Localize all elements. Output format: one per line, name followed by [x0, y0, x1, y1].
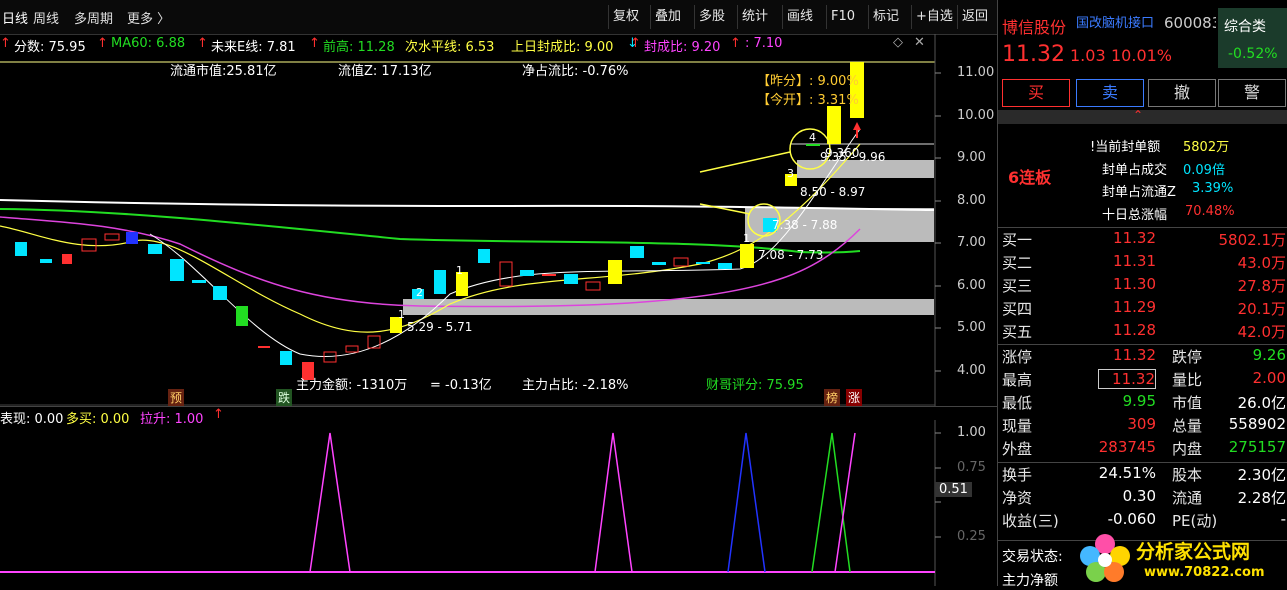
main-ratio: 主力占比: -2.18% — [522, 378, 629, 393]
board-value: 0.09倍 — [1183, 163, 1225, 178]
multi-stock-button[interactable]: 多股 — [694, 5, 729, 29]
wave-label: 3 — [787, 167, 794, 180]
wave-label: 4 — [809, 131, 816, 144]
statistics-button[interactable]: 统计 — [737, 5, 772, 29]
y-tick: 5.00 — [957, 320, 986, 335]
float-z: 流值Z: 17.13亿 — [338, 64, 432, 79]
band-label: 9.35 - 9.96 — [820, 150, 886, 164]
back-button[interactable]: 返回 — [957, 5, 992, 29]
y-tick: 1.00 — [957, 425, 986, 440]
interface-link[interactable]: 国改脑机接口 — [1076, 12, 1154, 31]
main-amount: 主力金额: -1310万 — [296, 378, 408, 393]
y-tick: 10.00 — [957, 108, 995, 123]
net-ratio: 净占流比: -0.76% — [522, 64, 629, 79]
y-tick: 6.00 — [957, 278, 986, 293]
today-open: 【今开】: 3.31% — [757, 93, 859, 108]
price-change-pct: 10.01% — [1111, 46, 1173, 65]
f10-button[interactable]: F10 — [826, 5, 859, 29]
watermark-logo: 分析家公式网 www.70822.com — [1078, 530, 1287, 586]
sector-name: 综合类 — [1224, 19, 1266, 35]
main-amount-yi: = -0.13亿 — [430, 378, 492, 393]
wave-label: 1 — [743, 232, 750, 245]
watermark-title: 分析家公式网 — [1136, 541, 1251, 563]
stock-code: 600083 — [1164, 14, 1216, 32]
board-value: 3.39% — [1192, 181, 1234, 196]
bid-row: 买一 11.32 5802.1万 — [1002, 229, 1286, 249]
bid-row: 买五 11.28 42.0万 — [1002, 321, 1286, 341]
y-tick: 4.00 — [957, 363, 986, 378]
add-watchlist-button[interactable]: +自选 — [911, 5, 957, 29]
tab-daily[interactable]: 日线 — [2, 8, 28, 27]
quote-panel: 博信股份 国改脑机接口 600083 综合类 -0.52% 11.32 1.03… — [997, 0, 1287, 589]
stat-row: 换手 24.51% 股本 2.30亿 — [1002, 464, 1286, 484]
mark-button[interactable]: 标记 — [868, 5, 903, 29]
tab-multi-period[interactable]: 多周期 — [74, 8, 113, 27]
ma-magenta-line — [0, 216, 861, 308]
stat-row: 净资 0.30 流通 2.28亿 — [1002, 487, 1286, 507]
restore-button[interactable]: 复权 — [608, 5, 643, 29]
buy-button[interactable]: 买 — [1002, 79, 1070, 107]
wave-label: 2 — [416, 286, 423, 299]
y-tick: 7.00 — [957, 235, 986, 250]
y-tick: 9.00 — [957, 150, 986, 165]
chevron-up-icon[interactable]: ⌃ — [1133, 108, 1143, 122]
flower-logo-icon — [1080, 534, 1130, 582]
watermark-url: www.70822.com — [1144, 565, 1265, 580]
band-label: 7.38 - 7.88 — [772, 218, 838, 232]
board-count: 6连板 — [1008, 168, 1052, 187]
bid-row: 买四 11.29 20.1万 — [1002, 298, 1286, 318]
stat-row: 涨停 11.32 跌停 9.26 — [1002, 346, 1286, 366]
wave-label: 1 — [398, 308, 405, 321]
sector-change: -0.52% — [1228, 46, 1278, 62]
ge-score: 财哥评分: 75.95 — [706, 378, 804, 393]
board-key: 封单占成交 — [1102, 163, 1168, 178]
collapse-bar[interactable]: ⌃ — [998, 108, 1287, 124]
overlay-button[interactable]: 叠加 — [650, 5, 685, 29]
alert-button[interactable]: 警 — [1218, 79, 1286, 107]
main-net-label: 主力净额 — [1002, 573, 1058, 589]
band-label: 7.08 - 7.73 — [758, 248, 824, 262]
top-toolbar: 日线 周线 多周期 更多 〉 复权 叠加 多股 统计 画线 F10 标记 +自选… — [0, 0, 997, 35]
sector-box[interactable]: 综合类 -0.52% — [1218, 8, 1287, 68]
draw-line-button[interactable]: 画线 — [782, 5, 817, 29]
tab-weekly[interactable]: 周线 — [33, 8, 59, 27]
stat-row: 最低 9.95 市值 26.0亿 — [1002, 392, 1286, 412]
board-value: 70.48% — [1185, 204, 1235, 219]
current-price: 11.32 — [1002, 42, 1065, 67]
tag-die: 跌 — [276, 389, 293, 406]
y-tick: 8.00 — [957, 193, 986, 208]
y-tick: 0.75 — [957, 460, 986, 475]
stat-row: 最高 11.32 量比 2.00 — [1002, 369, 1286, 389]
bid-row: 买三 11.30 27.8万 — [1002, 275, 1286, 295]
sell-button[interactable]: 卖 — [1076, 79, 1144, 107]
y-tick: 0.25 — [957, 529, 986, 544]
trade-status-label: 交易状态: — [1002, 549, 1063, 565]
board-key: 十日总涨幅 — [1102, 208, 1168, 223]
price-change: 1.03 — [1070, 46, 1106, 65]
band-label: 5.29 - 5.71 — [407, 320, 473, 334]
tag-zhang: 涨 — [846, 389, 863, 406]
cancel-button[interactable]: 撤 — [1148, 79, 1216, 107]
current-value-marker: 0.51 — [935, 482, 972, 497]
stock-name: 博信股份 — [1002, 18, 1067, 37]
pane-divider — [0, 406, 997, 407]
tag-yu: 预 — [168, 389, 185, 406]
indicator-chart — [0, 420, 941, 586]
board-value: 5802万 — [1183, 140, 1230, 155]
stat-row: 外盘 283745 内盘 275157 — [1002, 438, 1286, 458]
bid-row: 买二 11.31 43.0万 — [1002, 252, 1286, 272]
wave-label: 1 — [456, 264, 463, 277]
board-key: 封单占流通Z — [1102, 185, 1176, 200]
tag-bang: 榜 — [824, 389, 841, 406]
board-key: !当前封单额 — [1090, 140, 1161, 155]
band-label: 8.50 - 8.97 — [800, 185, 866, 199]
stat-row: 现量 309 总量 558902 — [1002, 415, 1286, 435]
ma-white-line — [0, 199, 935, 211]
yesterday-score: 【昨分】: 9.00% — [757, 74, 859, 89]
y-tick: 11.00 — [957, 65, 995, 80]
tab-more[interactable]: 更多 〉 — [127, 8, 170, 27]
float-market-value: 流通市值:25.81亿 — [170, 64, 277, 79]
